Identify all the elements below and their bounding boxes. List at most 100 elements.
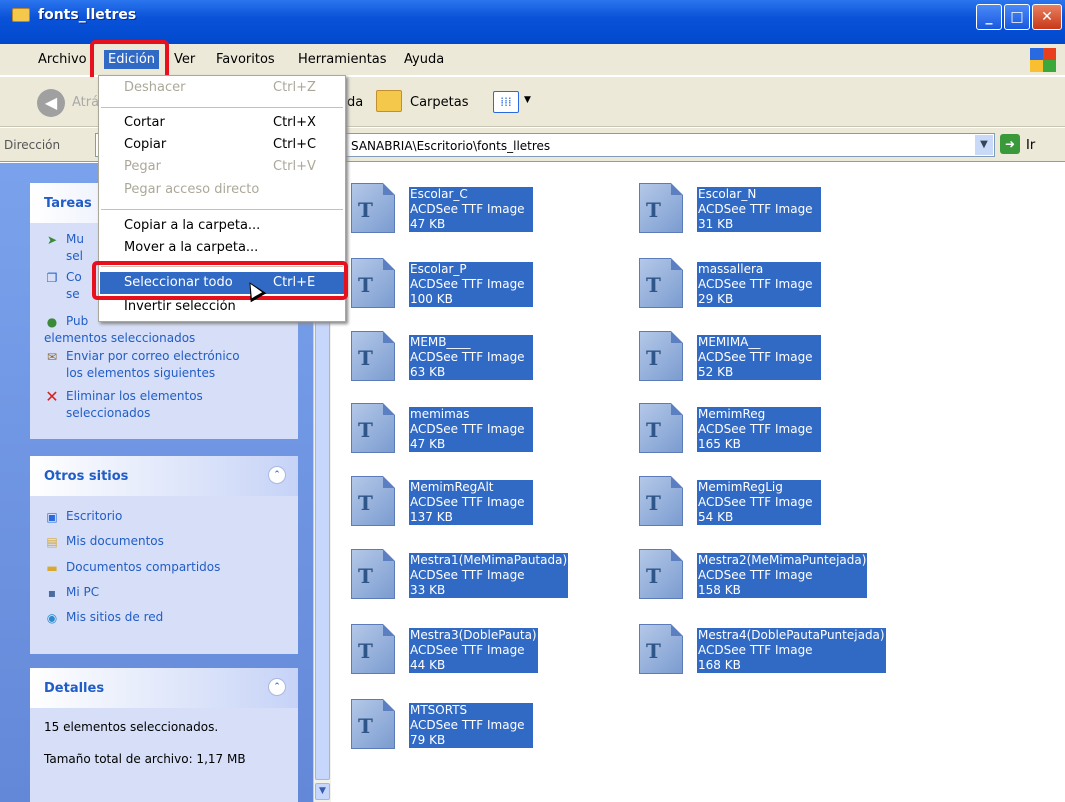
menu-item-copy-to-folder[interactable]: Copiar a la carpeta... bbox=[100, 215, 344, 237]
address-dropdown-icon[interactable]: ▼ bbox=[975, 135, 993, 155]
menu-item-shortcut: Ctrl+C bbox=[273, 137, 317, 152]
file-item[interactable]: T Escolar_P ACDSee TTF Image 100 KB bbox=[331, 250, 631, 312]
file-item[interactable]: T Mestra2(MeMimaPuntejada) ACDSee TTF Imag… bbox=[619, 541, 919, 603]
menu-item-cut[interactable]: Cortar Ctrl+X bbox=[100, 112, 344, 134]
details-title: Detalles bbox=[44, 681, 105, 696]
details-panel: Detalles ⌃ 15 elementos seleccionados. Ta… bbox=[30, 668, 298, 802]
file-type: ACDSee TTF Image bbox=[410, 495, 525, 509]
file-type: ACDSee TTF Image bbox=[410, 422, 525, 436]
file-item[interactable]: Tmassallera ACDSee TTF Image 29 KB bbox=[619, 250, 919, 312]
file-item[interactable]: T MTSORTS ACDSee TTF Image 79 KB bbox=[331, 691, 631, 753]
menu-item-copy[interactable]: Copiar Ctrl+C bbox=[100, 134, 344, 156]
task-item-label: Enviar por correo electrónico bbox=[66, 349, 240, 363]
ttf-file-icon: T bbox=[639, 258, 683, 308]
place-label: Documentos compartidos bbox=[66, 560, 221, 574]
ttf-file-icon: T bbox=[639, 403, 683, 453]
task-item-email[interactable]: ✉ Enviar por correo electrónico los elemen… bbox=[44, 348, 240, 382]
back-arrow-icon[interactable]: ◀ bbox=[37, 89, 65, 117]
scroll-down-icon[interactable]: ▼ bbox=[315, 783, 330, 800]
place-mi-pc[interactable]: ▪ Mi PC bbox=[44, 584, 99, 601]
details-total-size: Tamaño total de archivo: 1,17 MB bbox=[44, 752, 246, 766]
file-label: MTSORTS ACDSee TTF Image 79 KB bbox=[409, 703, 533, 748]
folders-label[interactable]: Carpetas bbox=[410, 95, 468, 110]
task-item-label: Pub bbox=[66, 314, 89, 328]
file-item[interactable]: T Mestra3(DoblePauta) ACDSee TTF Image 44 K… bbox=[331, 616, 631, 678]
task-item-delete[interactable]: ✕ Eliminar los elementos seleccionados bbox=[44, 388, 203, 422]
menu-item-paste-shortcut[interactable]: Pegar acceso directo bbox=[100, 179, 344, 201]
file-size: 54 KB bbox=[698, 510, 734, 524]
ttf-file-icon: T bbox=[639, 183, 683, 233]
close-button[interactable]: ✕ bbox=[1032, 4, 1062, 30]
menu-favoritos[interactable]: Favoritos bbox=[216, 52, 275, 67]
file-name: massallera bbox=[698, 262, 764, 276]
place-mis-documentos[interactable]: ▤ Mis documentos bbox=[44, 533, 164, 550]
task-item-1[interactable]: ➤ Mu sel bbox=[44, 231, 84, 265]
menu-item-paste[interactable]: Pegar Ctrl+V bbox=[100, 156, 344, 178]
place-documentos-compartidos[interactable]: ▬ Documentos compartidos bbox=[44, 559, 220, 576]
menu-archivo[interactable]: Archivo bbox=[38, 52, 87, 67]
views-icon[interactable]: ⁞⁞⁞ bbox=[493, 91, 519, 113]
collapse-chevron-icon[interactable]: ⌃ bbox=[268, 466, 286, 484]
menu-item-undo[interactable]: Deshacer Ctrl+Z bbox=[100, 77, 344, 99]
go-label[interactable]: Ir bbox=[1026, 138, 1035, 153]
email-icon: ✉ bbox=[46, 349, 58, 364]
collapse-chevron-icon[interactable]: ⌃ bbox=[268, 678, 286, 696]
file-label: memimas ACDSee TTF Image 47 KB bbox=[409, 407, 533, 452]
folders-icon[interactable] bbox=[376, 90, 402, 112]
minimize-button[interactable]: _ bbox=[976, 4, 1002, 30]
menu-item-label: Pegar bbox=[124, 159, 161, 174]
file-size: 31 KB bbox=[698, 217, 734, 231]
ttf-file-icon: T bbox=[351, 183, 395, 233]
network-icon: ◉ bbox=[46, 610, 58, 625]
file-size: 79 KB bbox=[410, 733, 446, 747]
file-item[interactable]: T MemimReg ACDSee TTF Image 165 KB bbox=[619, 395, 919, 457]
file-name: MEMIMA__ bbox=[698, 335, 761, 349]
file-size: 47 KB bbox=[410, 217, 446, 231]
documents-folder-icon: ▤ bbox=[46, 534, 58, 549]
place-escritorio[interactable]: ▣ Escritorio bbox=[44, 508, 122, 525]
place-mis-sitios-de-red[interactable]: ◉ Mis sitios de red bbox=[44, 609, 164, 626]
menu-item-shortcut: Ctrl+X bbox=[273, 115, 316, 130]
menu-item-move-to-folder[interactable]: Mover a la carpeta... bbox=[100, 237, 344, 259]
file-size: 158 KB bbox=[698, 583, 741, 597]
folder-icon bbox=[12, 8, 30, 22]
file-label: Escolar_N ACDSee TTF Image 31 KB bbox=[697, 187, 821, 232]
file-item[interactable]: T Escolar_N ACDSee TTF Image 31 KB bbox=[619, 175, 919, 237]
file-label: Mestra4(DoblePautaPuntejada) ACDSee TTF I… bbox=[697, 628, 886, 673]
desktop-icon: ▣ bbox=[46, 509, 58, 524]
file-type: ACDSee TTF Image bbox=[698, 495, 813, 509]
file-list: T Escolar_C ACDSee TTF Image 47 KB T Escolar… bbox=[331, 163, 1065, 802]
file-type: ACDSee TTF Image bbox=[698, 422, 813, 436]
other-places-header[interactable]: Otros sitios ⌃ bbox=[30, 456, 298, 496]
file-type: ACDSee TTF Image bbox=[698, 277, 813, 291]
file-item[interactable]: T MEMB____ ACDSee TTF Image 63 KB bbox=[331, 323, 631, 385]
file-label: MemimRegAlt ACDSee TTF Image 137 KB bbox=[409, 480, 533, 525]
file-item[interactable]: T MEMIMA__ ACDSee TTF Image 52 KB bbox=[619, 323, 919, 385]
menu-separator bbox=[101, 209, 343, 210]
ttf-file-icon: T bbox=[351, 549, 395, 599]
task-item-label: sel bbox=[66, 249, 83, 263]
menu-item-shortcut: Ctrl+Z bbox=[273, 80, 316, 95]
place-label: Mis sitios de red bbox=[66, 610, 164, 624]
file-size: 165 KB bbox=[698, 437, 741, 451]
file-type: ACDSee TTF Image bbox=[410, 568, 525, 582]
menu-herramientas[interactable]: Herramientas bbox=[298, 52, 387, 67]
file-item[interactable]: T Mestra4(DoblePautaPuntejada) ACDSee TTF … bbox=[619, 616, 919, 678]
menu-item-label: Deshacer bbox=[124, 80, 186, 95]
details-header[interactable]: Detalles ⌃ bbox=[30, 668, 298, 708]
file-label: MEMIMA__ ACDSee TTF Image 52 KB bbox=[697, 335, 821, 380]
go-arrow-icon[interactable]: ➜ bbox=[1000, 134, 1020, 154]
file-item[interactable]: T MemimRegLig ACDSee TTF Image 54 KB bbox=[619, 468, 919, 530]
maximize-button[interactable]: □ bbox=[1004, 4, 1030, 30]
file-item[interactable]: T Mestra1(MeMimaPautada) ACDSee TTF Image 3… bbox=[331, 541, 631, 603]
views-dropdown-icon[interactable]: ▼ bbox=[524, 95, 531, 105]
search-label[interactable]: da bbox=[347, 95, 363, 110]
file-item[interactable]: T MemimRegAlt ACDSee TTF Image 137 KB bbox=[331, 468, 631, 530]
file-type: ACDSee TTF Image bbox=[410, 350, 525, 364]
task-item-2[interactable]: ❐ Co se bbox=[44, 269, 82, 303]
menu-ver[interactable]: Ver bbox=[174, 52, 195, 67]
menu-ayuda[interactable]: Ayuda bbox=[404, 52, 444, 67]
file-item[interactable]: Tmemimas ACDSee TTF Image 47 KB bbox=[331, 395, 631, 457]
file-size: 137 KB bbox=[410, 510, 453, 524]
file-item[interactable]: T Escolar_C ACDSee TTF Image 47 KB bbox=[331, 175, 631, 237]
